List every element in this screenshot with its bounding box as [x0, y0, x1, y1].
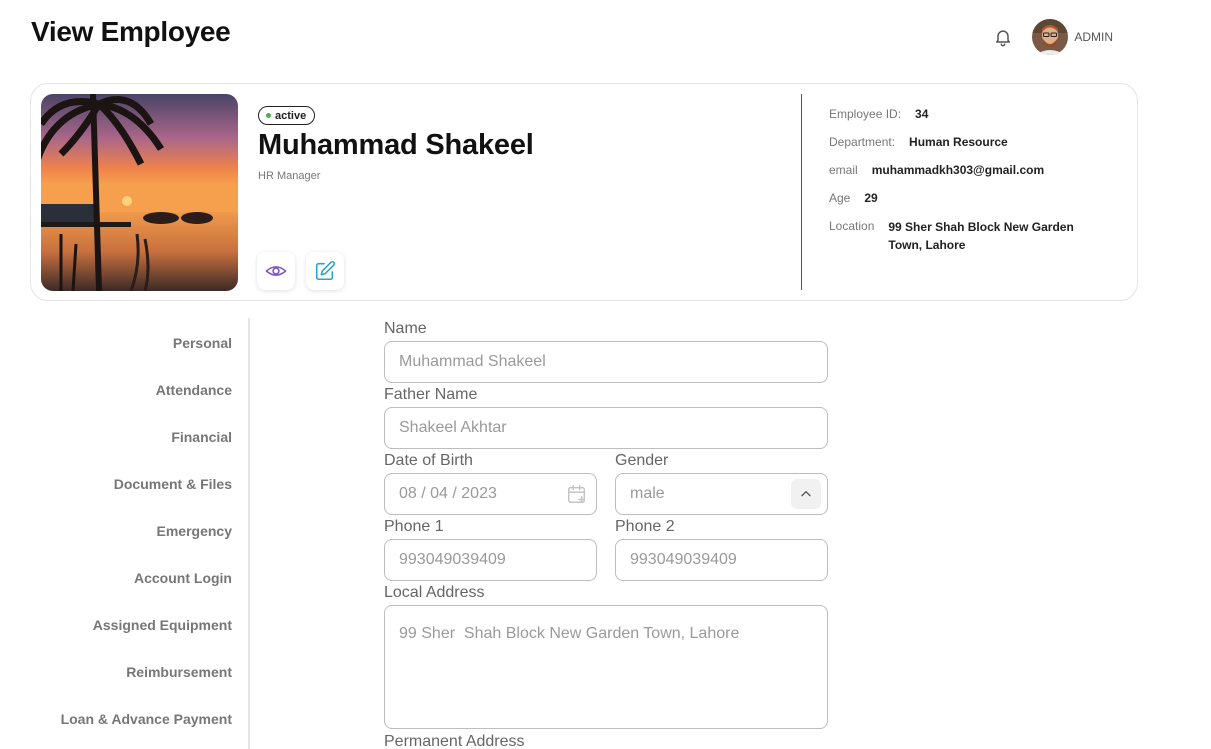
local-address-field[interactable]: 99 Sher Shah Block New Garden Town, Laho… — [384, 605, 828, 729]
gender-label: Gender — [615, 452, 669, 469]
nav-item-assigned-equipment[interactable]: Assigned Equipment — [93, 617, 232, 633]
email-label: email — [829, 163, 858, 177]
local-address-value: 99 Sher Shah Block New Garden Town, Laho… — [399, 625, 740, 642]
user-name[interactable]: ADMIN — [1074, 30, 1113, 44]
phone2-label: Phone 2 — [615, 518, 675, 535]
department-value: Human Resource — [909, 135, 1008, 149]
phone1-field[interactable]: 993049039409 — [384, 539, 597, 581]
employee-id-value: 34 — [915, 107, 929, 121]
employee-photo — [41, 94, 238, 291]
dob-value: 08 / 04 / 2023 — [399, 485, 497, 502]
edit-button[interactable] — [306, 252, 344, 290]
info-row-employee-id: Employee ID: 34 — [829, 106, 1088, 122]
status-text: active — [275, 109, 307, 122]
avatar[interactable] — [1032, 19, 1069, 55]
age-value: 29 — [864, 191, 878, 205]
info-row-location: Location 99 Sher Shah Block New Garden T… — [829, 218, 1088, 254]
name-value: Muhammad Shakeel — [399, 353, 546, 370]
section-nav: Personal Attendance Financial Document &… — [0, 318, 250, 749]
phone2-field[interactable]: 993049039409 — [615, 539, 828, 581]
phone2-value: 993049039409 — [630, 551, 737, 568]
employee-info: Employee ID: 34 Department: Human Resour… — [829, 106, 1088, 266]
phone1-value: 993049039409 — [399, 551, 506, 568]
location-value: 99 Sher Shah Block New Garden Town, Laho… — [888, 220, 1074, 252]
info-row-age: Age 29 — [829, 190, 1088, 206]
nav-item-documents[interactable]: Document & Files — [114, 476, 232, 492]
page-title: View Employee — [31, 16, 231, 47]
department-label: Department: — [829, 135, 896, 149]
edit-icon — [315, 261, 335, 281]
permanent-address-label: Permanent Address — [384, 733, 525, 749]
phone1-label: Phone 1 — [384, 518, 444, 535]
nav-item-emergency[interactable]: Emergency — [157, 523, 232, 539]
age-label: Age — [829, 191, 851, 205]
status-dot — [266, 113, 271, 118]
email-value: muhammadkh303@gmail.com — [871, 163, 1045, 177]
employee-role: HR Manager — [258, 170, 321, 182]
topbar: ADMIN — [992, 19, 1113, 55]
nav-item-account-login[interactable]: Account Login — [134, 570, 232, 586]
nav-item-attendance[interactable]: Attendance — [156, 382, 232, 398]
view-button[interactable] — [257, 252, 295, 290]
nav-item-personal[interactable]: Personal — [173, 335, 232, 351]
nav-item-loan-advance[interactable]: Loan & Advance Payment — [61, 711, 232, 727]
local-address-label: Local Address — [384, 584, 485, 601]
dob-label: Date of Birth — [384, 452, 473, 469]
gender-select[interactable]: male — [615, 473, 828, 515]
gender-value: male — [630, 485, 665, 502]
father-name-value: Shakeel Akhtar — [399, 419, 507, 436]
employee-name: Muhammad Shakeel — [258, 129, 534, 161]
dob-field[interactable]: 08 / 04 / 2023 — [384, 473, 597, 515]
calendar-icon[interactable] — [566, 483, 588, 510]
name-label: Name — [384, 320, 427, 337]
card-divider — [801, 94, 802, 290]
profile-card: active Muhammad Shakeel HR Manager Emplo… — [30, 83, 1138, 301]
info-row-email: email muhammadkh303@gmail.com — [829, 162, 1088, 178]
father-name-field[interactable]: Shakeel Akhtar — [384, 407, 828, 449]
info-row-department: Department: Human Resource — [829, 134, 1088, 150]
bell-icon[interactable] — [992, 26, 1014, 48]
eye-icon — [265, 266, 287, 276]
employee-id-label: Employee ID: — [829, 107, 902, 121]
name-field[interactable]: Muhammad Shakeel — [384, 341, 828, 383]
nav-item-financial[interactable]: Financial — [171, 429, 232, 445]
chevron-up-icon[interactable] — [791, 479, 821, 509]
status-badge: active — [258, 106, 316, 125]
father-name-label: Father Name — [384, 386, 478, 403]
nav-item-reimbursement[interactable]: Reimbursement — [126, 664, 232, 680]
location-label: Location — [829, 219, 875, 233]
